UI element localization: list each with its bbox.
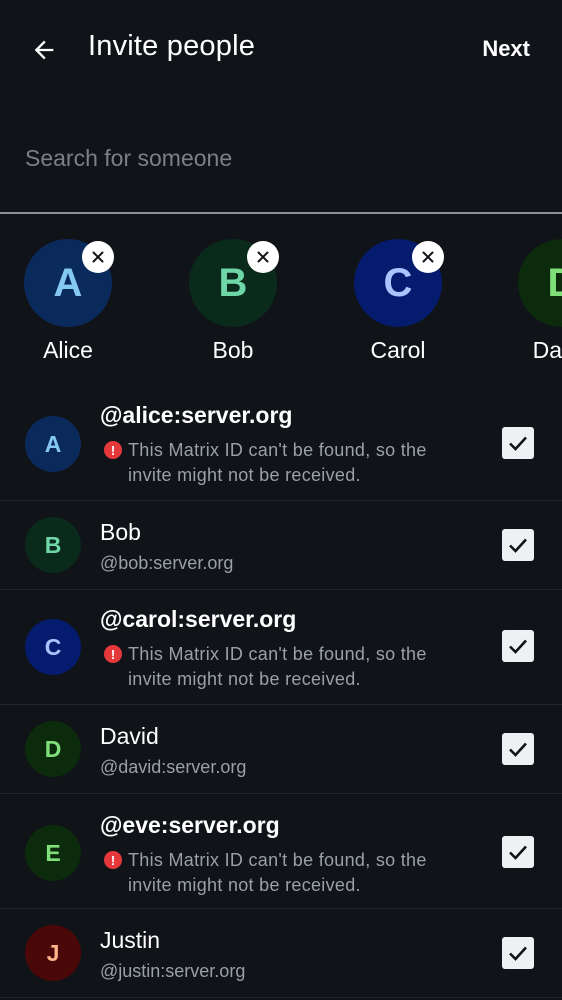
warning-text: This Matrix ID can't be found, so the in…	[128, 850, 427, 895]
list-item[interactable]: A @alice:server.org ! This Matrix ID can…	[0, 390, 562, 501]
top-app-bar: Invite people Next	[0, 0, 562, 100]
user-name: Bob	[100, 519, 141, 545]
list-item[interactable]: B Bob @bob:server.org	[0, 501, 562, 590]
error-icon: !	[104, 645, 122, 663]
selected-user-chip: A Alice	[2, 239, 134, 363]
back-button[interactable]	[22, 28, 66, 72]
checkmark-icon	[509, 742, 527, 757]
checkmark-icon	[509, 538, 527, 553]
user-name: David	[100, 723, 159, 749]
error-icon: !	[104, 441, 122, 459]
user-list: A @alice:server.org ! This Matrix ID can…	[0, 390, 562, 998]
page-title: Invite people	[88, 30, 256, 62]
chip-label: Carol	[370, 337, 426, 363]
avatar: J	[25, 925, 81, 981]
selected-user-chip: B Bob	[167, 239, 299, 363]
select-checkbox[interactable]	[502, 836, 534, 868]
error-icon: !	[104, 851, 122, 869]
checkmark-icon	[509, 639, 527, 654]
remove-user-button[interactable]	[82, 241, 114, 273]
close-icon	[422, 251, 434, 263]
checkmark-icon	[509, 436, 527, 451]
avatar: B	[25, 517, 81, 573]
list-item[interactable]: C @carol:server.org ! This Matrix ID can…	[0, 590, 562, 705]
chip-label: David	[532, 337, 562, 363]
user-id: @david:server.org	[100, 757, 247, 777]
user-id: @justin:server.org	[100, 961, 246, 981]
user-name: @alice:server.org	[100, 402, 293, 428]
avatar: E	[25, 825, 81, 881]
next-button[interactable]: Next	[482, 36, 530, 62]
select-checkbox[interactable]	[502, 529, 534, 561]
search-field	[0, 110, 562, 214]
user-id: @bob:server.org	[100, 553, 234, 573]
user-name: @eve:server.org	[100, 812, 280, 838]
selected-users-row: A Alice B Bob C Carol D Da	[0, 230, 562, 370]
user-name: Justin	[100, 927, 161, 953]
search-divider	[0, 212, 562, 214]
select-checkbox[interactable]	[502, 630, 534, 662]
warning-text: This Matrix ID can't be found, so the in…	[128, 644, 427, 689]
search-input[interactable]	[25, 138, 535, 178]
list-item[interactable]: D David @david:server.org	[0, 705, 562, 794]
list-item[interactable]: E @eve:server.org ! This Matrix ID can't…	[0, 794, 562, 909]
chip-label: Alice	[43, 337, 93, 363]
close-icon	[92, 251, 104, 263]
select-checkbox[interactable]	[502, 733, 534, 765]
arrow-left-icon	[34, 40, 54, 60]
user-name: @carol:server.org	[100, 606, 297, 632]
warning-text: This Matrix ID can't be found, so the in…	[128, 440, 427, 485]
select-checkbox[interactable]	[502, 427, 534, 459]
selected-user-chip: C Carol	[332, 239, 464, 363]
invite-people-screen: Invite people Next A Alice B Bob	[0, 0, 562, 1000]
checkmark-icon	[509, 946, 527, 961]
remove-user-button[interactable]	[247, 241, 279, 273]
list-item[interactable]: J Justin @justin:server.org	[0, 909, 562, 998]
remove-user-button[interactable]	[412, 241, 444, 273]
avatar: C	[25, 619, 81, 675]
chip-label: Bob	[212, 337, 254, 363]
close-icon	[257, 251, 269, 263]
avatar: D	[518, 239, 562, 327]
avatar: D	[25, 721, 81, 777]
selected-user-chip: D David	[496, 239, 562, 363]
checkmark-icon	[509, 845, 527, 860]
avatar: A	[25, 416, 81, 472]
select-checkbox[interactable]	[502, 937, 534, 969]
